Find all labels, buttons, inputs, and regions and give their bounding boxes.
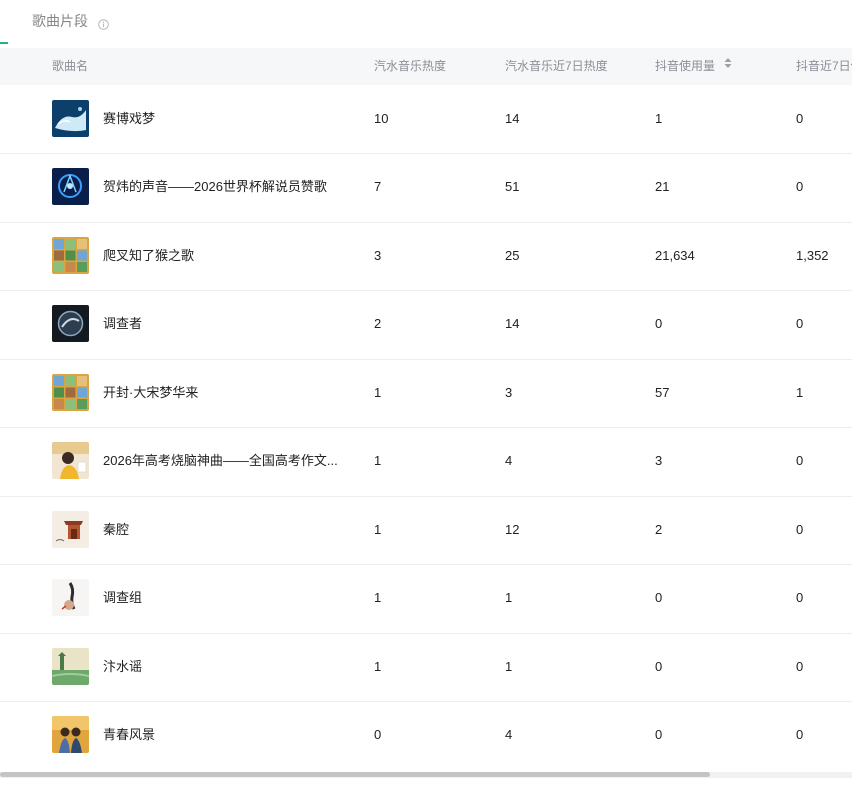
douyin-usage-value: 0: [655, 727, 663, 742]
douyin-usage-value: 0: [655, 316, 663, 331]
douyin-usage-value: 57: [655, 385, 670, 400]
qishui-7d-value: 14: [505, 316, 520, 331]
tab-bar: 曲 歌曲片段: [0, 0, 852, 48]
horizontal-scrollbar[interactable]: [0, 772, 852, 778]
qishui-7d-value: 51: [505, 179, 520, 194]
douyin-usage-value: 21: [655, 179, 670, 194]
song-cover-image[interactable]: [52, 511, 89, 548]
table-row[interactable]: 贺炜的声音——2026世界杯解说员赞歌 7 51 21 0: [0, 154, 852, 223]
qishui-heat-value: 1: [374, 590, 382, 605]
song-cover-image[interactable]: [52, 648, 89, 685]
scrollbar-thumb[interactable]: [0, 772, 710, 777]
song-name[interactable]: 开封·大宋梦华来: [103, 383, 198, 403]
qishui-heat-value: 0: [374, 727, 382, 742]
qishui-heat-value: 1: [374, 453, 382, 468]
douyin-7d-value: 0: [796, 590, 804, 605]
qishui-heat-value: 1: [374, 385, 382, 400]
song-name[interactable]: 调查者: [103, 314, 142, 334]
douyin-usage-value: 21,634: [655, 248, 695, 263]
table-row[interactable]: 2026年高考烧脑神曲——全国高考作文... 1 4 3 0: [0, 428, 852, 497]
qishui-7d-value: 12: [505, 522, 520, 537]
song-name[interactable]: 汴水谣: [103, 657, 142, 677]
info-icon[interactable]: [98, 15, 109, 31]
douyin-7d-value: 0: [796, 179, 804, 194]
douyin-7d-value: 0: [796, 111, 804, 126]
song-cover-image[interactable]: [52, 374, 89, 411]
song-cover-image[interactable]: [52, 579, 89, 616]
douyin-usage-value: 2: [655, 522, 663, 537]
qishui-7d-value: 4: [505, 727, 513, 742]
song-cover-image[interactable]: [52, 442, 89, 479]
qishui-heat-value: 10: [374, 111, 389, 126]
column-header-douyin-7d: 抖音近7日使用量: [796, 59, 852, 73]
table-header: 编号 歌曲名 汽水音乐热度 汽水音乐近7日热度 抖音使用量 抖音近7日使用量: [0, 48, 852, 85]
douyin-7d-value: 1,352: [796, 248, 829, 263]
table-row[interactable]: 赛博戏梦 10 14 1 0: [0, 85, 852, 154]
column-header-qishui-heat: 汽水音乐热度: [374, 59, 447, 73]
sort-icon[interactable]: [724, 47, 732, 84]
song-name[interactable]: 2026年高考烧脑神曲——全国高考作文...: [103, 451, 338, 471]
tab-song-clips[interactable]: 歌曲片段: [32, 11, 109, 31]
column-header-douyin-usage[interactable]: 抖音使用量: [655, 48, 732, 85]
column-header-qishui-7d: 汽水音乐近7日热度: [505, 59, 608, 73]
table-row[interactable]: 调查者 2 14 0 0: [0, 291, 852, 360]
qishui-7d-value: 1: [505, 590, 513, 605]
qishui-7d-value: 1: [505, 659, 513, 674]
tab-active-indicator: [0, 42, 8, 44]
douyin-7d-value: 0: [796, 316, 804, 331]
table-row[interactable]: 10 青春风景 0 4 0 0: [0, 702, 852, 770]
qishui-7d-value: 3: [505, 385, 513, 400]
table-row[interactable]: 调查组 1 1 0 0: [0, 565, 852, 634]
song-cover-image[interactable]: [52, 716, 89, 753]
song-name[interactable]: 秦腔: [103, 520, 129, 540]
song-name[interactable]: 调查组: [103, 588, 142, 608]
douyin-7d-value: 0: [796, 727, 804, 742]
song-name[interactable]: 爬叉知了猴之歌: [103, 246, 194, 266]
qishui-heat-value: 2: [374, 316, 382, 331]
table-row[interactable]: 爬叉知了猴之歌 3 25 21,634 1,352: [0, 222, 852, 291]
song-cover-image[interactable]: [52, 168, 89, 205]
song-cover-image[interactable]: [52, 100, 89, 137]
column-header-song: 歌曲名: [52, 59, 89, 73]
douyin-7d-value: 1: [796, 385, 804, 400]
table-row[interactable]: 开封·大宋梦华来 1 3 57 1: [0, 359, 852, 428]
song-name[interactable]: 贺炜的声音——2026世界杯解说员赞歌: [103, 177, 327, 197]
tab-song-clips-label: 歌曲片段: [32, 13, 88, 29]
douyin-usage-value: 1: [655, 111, 663, 126]
qishui-7d-value: 14: [505, 111, 520, 126]
douyin-7d-value: 0: [796, 659, 804, 674]
qishui-heat-value: 1: [374, 659, 382, 674]
douyin-7d-value: 0: [796, 522, 804, 537]
song-cover-image[interactable]: [52, 305, 89, 342]
table-row[interactable]: 秦腔 1 12 2 0: [0, 496, 852, 565]
qishui-heat-value: 3: [374, 248, 382, 263]
song-name[interactable]: 赛博戏梦: [103, 109, 155, 129]
douyin-usage-value: 3: [655, 453, 663, 468]
douyin-7d-value: 0: [796, 453, 804, 468]
qishui-7d-value: 4: [505, 453, 513, 468]
table-row[interactable]: 汴水谣 1 1 0 0: [0, 633, 852, 702]
douyin-usage-value: 0: [655, 659, 663, 674]
song-cover-image[interactable]: [52, 237, 89, 274]
qishui-7d-value: 25: [505, 248, 520, 263]
song-name[interactable]: 青春风景: [103, 725, 155, 745]
douyin-usage-value: 0: [655, 590, 663, 605]
qishui-heat-value: 7: [374, 179, 382, 194]
qishui-heat-value: 1: [374, 522, 382, 537]
